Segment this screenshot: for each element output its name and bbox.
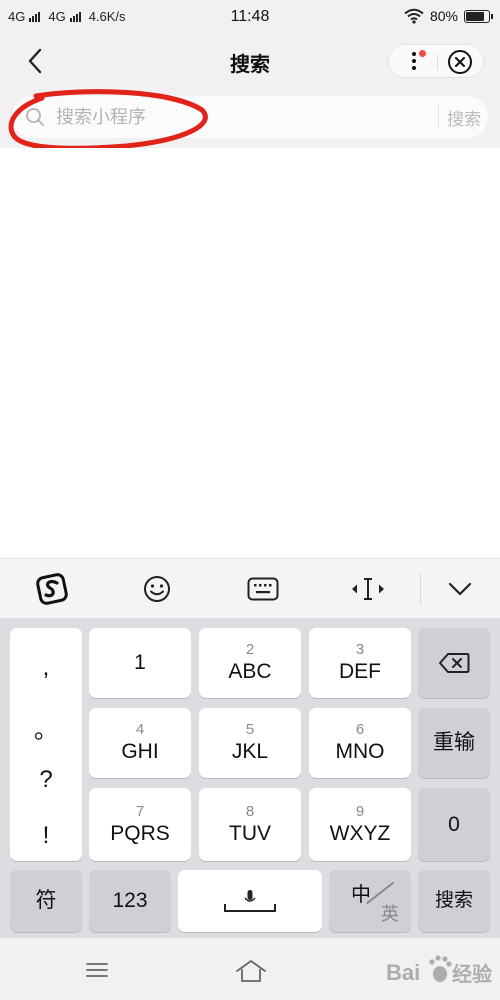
- sogou-logo-icon: [36, 573, 68, 605]
- key-1[interactable]: 1: [89, 628, 191, 698]
- status-bar: 4G 4G 4.6K/s 11:48 80%: [0, 0, 500, 36]
- punct-comma-key[interactable]: ,: [10, 654, 82, 682]
- key-4-number: 4: [135, 721, 145, 738]
- retype-key[interactable]: 重输: [418, 708, 490, 778]
- key-6-number: 6: [355, 721, 365, 738]
- punct-exclamation-key[interactable]: !: [10, 822, 82, 850]
- mini-program-capsule: [388, 44, 484, 78]
- microphone-icon: [224, 890, 276, 912]
- search-button[interactable]: 搜索: [440, 96, 488, 138]
- cursor-move-button[interactable]: [348, 569, 388, 609]
- key-0[interactable]: 0: [418, 788, 490, 861]
- key-2[interactable]: 2 ABC: [199, 628, 301, 698]
- wifi-icon: [404, 8, 424, 24]
- nav-bar: 搜索: [0, 36, 500, 86]
- backspace-key[interactable]: [418, 628, 490, 698]
- key-9-letters: WXYZ: [329, 821, 391, 845]
- battery-fill: [466, 11, 484, 21]
- search-input[interactable]: [56, 102, 416, 132]
- key-9-number: 9: [355, 802, 365, 820]
- keyboard-icon: [247, 577, 279, 601]
- retype-key-label: 重输: [433, 731, 475, 754]
- t9-keyboard: , 。 ? ! 1 2 ABC 3 DEF 4 GHI 5 JKL 6 MNO …: [0, 618, 500, 938]
- key-7-letters: PQRS: [110, 821, 170, 845]
- key-5-letters: JKL: [231, 740, 269, 763]
- system-nav-bar: Bai 经验: [0, 938, 500, 1000]
- key-3[interactable]: 3 DEF: [309, 628, 411, 698]
- smiley-icon: [144, 576, 170, 602]
- key-7[interactable]: 7 PQRS: [89, 788, 191, 861]
- enter-search-key[interactable]: 搜索: [418, 870, 490, 932]
- keyboard-toolbar: [0, 558, 500, 618]
- toolbar-divider: [420, 573, 421, 605]
- enter-key-label: 搜索: [434, 890, 473, 911]
- status-right: 80%: [404, 8, 493, 24]
- key-6-letters: MNO: [335, 740, 385, 763]
- key-4-letters: GHI: [121, 740, 159, 763]
- punct-question-key[interactable]: ?: [10, 766, 82, 794]
- key-1-label: 1: [134, 651, 146, 674]
- key-3-number: 3: [355, 641, 365, 658]
- key-8-letters: TUV: [229, 821, 271, 845]
- results-area: [0, 148, 500, 558]
- chevron-down-icon: [448, 582, 472, 596]
- watermark-text: 经验: [452, 964, 492, 986]
- key-3-letters: DEF: [339, 660, 381, 683]
- svg-text:Bai: Bai: [386, 960, 420, 985]
- punctuation-column: , 。 ? !: [10, 628, 82, 861]
- keyboard-switch-button[interactable]: [243, 569, 283, 609]
- text-cursor-icon: [352, 578, 384, 600]
- symbol-key[interactable]: 符: [10, 870, 82, 932]
- key-7-number: 7: [135, 802, 145, 820]
- sogou-logo-button[interactable]: [32, 569, 72, 609]
- punct-period-key[interactable]: 。: [10, 710, 82, 745]
- key-4[interactable]: 4 GHI: [89, 708, 191, 778]
- backspace-icon: [439, 653, 470, 673]
- battery-icon: [464, 9, 493, 23]
- symbol-key-label: 符: [35, 889, 57, 912]
- numeric-key[interactable]: 123: [89, 870, 171, 932]
- key-2-number: 2: [245, 641, 255, 658]
- baidu-jingyan-watermark: Bai 经验: [386, 952, 492, 992]
- key-5[interactable]: 5 JKL: [199, 708, 301, 778]
- key-8-number: 8: [245, 802, 255, 820]
- search-icon: [26, 108, 44, 126]
- close-icon: [455, 57, 465, 67]
- key-9[interactable]: 9 WXYZ: [309, 788, 411, 861]
- close-button[interactable]: [448, 50, 472, 74]
- hide-keyboard-button[interactable]: [440, 569, 480, 609]
- notification-dot: [419, 50, 426, 57]
- key-8[interactable]: 8 TUV: [199, 788, 301, 861]
- search-area: 搜索: [0, 86, 500, 148]
- key-0-label: 0: [448, 812, 460, 836]
- search-box[interactable]: 搜索: [12, 96, 488, 138]
- key-2-letters: ABC: [228, 660, 272, 683]
- space-key[interactable]: [178, 870, 322, 932]
- battery-percent: 80%: [429, 8, 458, 24]
- capsule-divider: [437, 54, 438, 70]
- menu-icon[interactable]: [86, 962, 108, 978]
- language-switch-key[interactable]: 中 英: [329, 870, 411, 932]
- home-icon[interactable]: [234, 958, 268, 984]
- key-5-number: 5: [245, 721, 255, 738]
- emoji-button[interactable]: [137, 569, 177, 609]
- key-6[interactable]: 6 MNO: [309, 708, 411, 778]
- numeric-key-label: 123: [112, 889, 148, 912]
- lang-en-label: 英: [381, 904, 399, 924]
- search-divider: [438, 105, 439, 129]
